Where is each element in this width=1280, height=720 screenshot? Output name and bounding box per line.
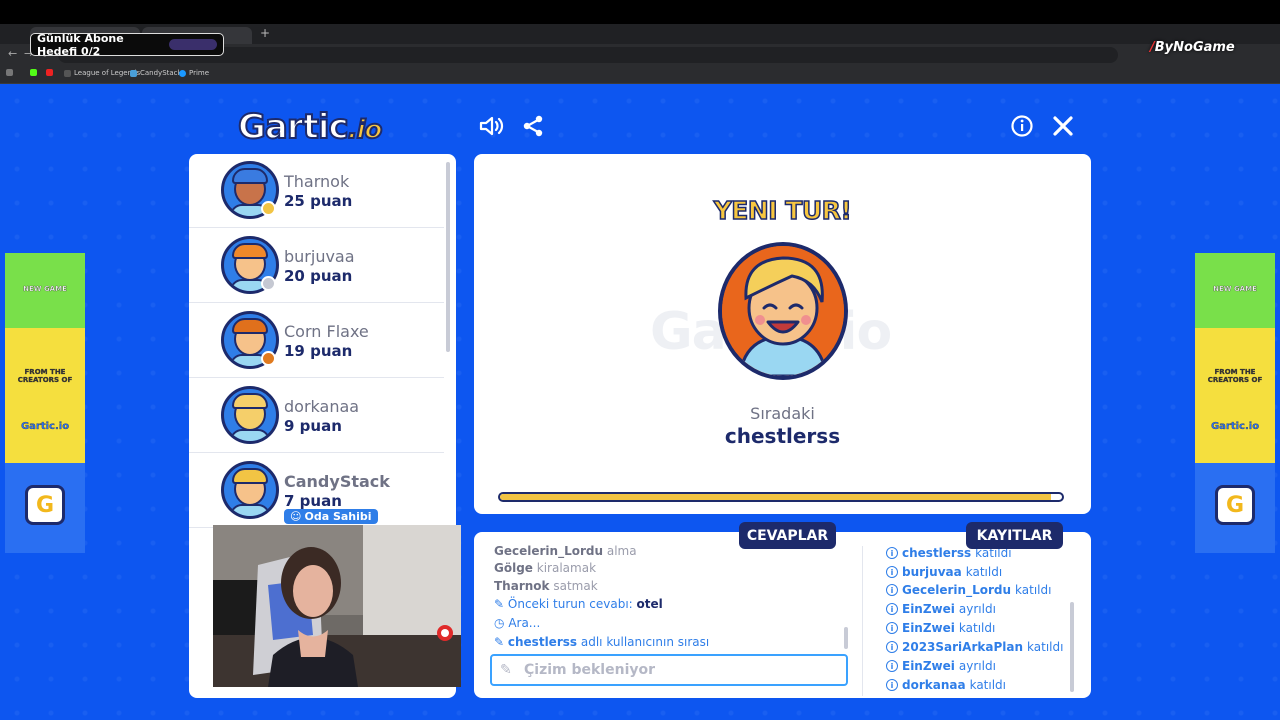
chat-panel: Gecelerin_Lordu alma Gölge kiralamak Tha… (474, 532, 1091, 698)
streamer-webcam (213, 525, 461, 687)
info-icon: i (886, 660, 898, 672)
player-name: dorkanaa (284, 397, 360, 416)
next-player-name: chestlerss (724, 424, 841, 448)
players-scrollbar[interactable] (446, 162, 450, 352)
answer-line: Gecelerin_Lordu alma (494, 544, 637, 558)
side-ad-left[interactable]: NEW GAME FROM THE CREATORS OF Gartic.io … (5, 253, 85, 553)
player-score: 7 puan (284, 492, 342, 510)
back-icon[interactable]: ← (8, 47, 17, 60)
log-line: i EinZwei katıldı (886, 621, 995, 635)
prev-answer-line: ✎ Önceki turun cevabı: otel (494, 597, 663, 611)
side-ad-text: FROM THE CREATORS OF (17, 368, 73, 384)
round-progress-bar (498, 492, 1064, 502)
log-line: i EinZwei ayrıldı (886, 659, 996, 673)
info-icon: i (886, 566, 898, 578)
log-line: i dorkanaa katıldı (886, 678, 1006, 692)
bookmark-league[interactable]: League of Legends (64, 69, 140, 77)
turn-line: ✎ chestlerss adlı kullanıcının sırası (494, 635, 710, 649)
info-icon: i (886, 622, 898, 634)
apps-icon[interactable] (6, 69, 13, 76)
bynogame-logo: /ByNoGame (1150, 40, 1235, 55)
bookmark-candystack[interactable]: CandyStack (130, 69, 182, 77)
side-ad-text: FROM THE CREATORS OF (1207, 368, 1263, 384)
black-bar (0, 0, 1280, 24)
info-icon[interactable] (1008, 112, 1036, 140)
answer-input[interactable]: ✎ Çizim bekleniyor (490, 654, 848, 686)
sound-icon[interactable] (478, 112, 506, 140)
pencil-icon: ✎ (494, 597, 505, 611)
log-line: i 2023SariArkaPlan katıldı (886, 640, 1063, 654)
player-avatar (221, 461, 279, 519)
side-ad-logo: Gartic.io (20, 421, 70, 432)
share-icon[interactable] (519, 112, 547, 140)
player-row[interactable]: dorkanaa 9 puan (189, 379, 444, 453)
log-line: i Gecelerin_Lordu katıldı (886, 583, 1051, 597)
log-line: i burjuvaa katıldı (886, 565, 1002, 579)
player-name: Tharnok (284, 172, 350, 191)
answer-line: Gölge kiralamak (494, 561, 597, 575)
break-line: ◷ Ara... (494, 616, 541, 630)
close-icon[interactable] (1049, 112, 1077, 140)
side-ad-text: NEW GAME (1213, 285, 1257, 293)
rank-badge-silver (261, 276, 276, 291)
rank-badge-gold (261, 201, 276, 216)
gartic-logo: Gartic.io (237, 106, 383, 148)
tab-answers[interactable]: CEVAPLAR (739, 522, 836, 549)
player-row[interactable]: CandyStack 7 puan ☺ Oda Sahibi (189, 454, 444, 528)
next-label: Sıradaki (750, 404, 815, 423)
answer-line: Tharnok satmak (494, 579, 598, 593)
log-line: i EinZwei ayrıldı (886, 602, 996, 616)
info-icon: i (886, 603, 898, 615)
pencil-icon: ✎ (500, 662, 512, 678)
panel-divider (862, 546, 863, 696)
info-icon: i (886, 547, 898, 559)
player-row[interactable]: burjuvaa 20 puan (189, 229, 444, 303)
player-avatar (221, 386, 279, 444)
side-ad-right[interactable]: NEW GAME FROM THE CREATORS OF Gartic.io … (1195, 253, 1275, 553)
player-name: burjuvaa (284, 247, 355, 266)
info-icon: i (886, 584, 898, 596)
gartic-g-icon: G (1215, 485, 1255, 525)
player-score: 20 puan (284, 267, 353, 285)
bookmark-icon[interactable] (30, 69, 37, 76)
tab-logs[interactable]: KAYITLAR (966, 522, 1063, 549)
new-round-title: YENI TUR! (713, 195, 853, 226)
drawing-board[interactable]: Gartic.io YENI TUR! Sıradaki chestlerss (474, 154, 1091, 514)
player-name: CandyStack (284, 472, 390, 491)
player-row[interactable]: Corn Flaxe 19 puan (189, 304, 444, 378)
next-player-avatar (718, 242, 848, 380)
subscriber-goal-overlay: Günlük Abone Hedefi 0/2 (30, 31, 224, 58)
player-row[interactable]: Tharnok 25 puan (189, 154, 444, 228)
side-ad-logo: Gartic.io (1210, 421, 1260, 432)
youtube-icon[interactable] (46, 69, 53, 76)
room-owner-badge: ☺ Oda Sahibi (284, 509, 378, 524)
pencil-icon: ✎ (494, 635, 505, 649)
subscriber-goal-label: Günlük Abone Hedefi 0/2 (37, 31, 124, 58)
player-score: 9 puan (284, 417, 342, 435)
answers-scrollbar[interactable] (844, 627, 848, 649)
clock-icon: ◷ (494, 616, 505, 630)
gartic-g-icon: G (25, 485, 65, 525)
info-icon: i (886, 641, 898, 653)
info-icon: i (886, 679, 898, 691)
owner-icon: ☺ (290, 510, 302, 523)
subscriber-goal-bar (169, 39, 217, 50)
side-ad-text: NEW GAME (23, 285, 67, 293)
player-score: 25 puan (284, 192, 353, 210)
new-tab-icon[interactable]: + (260, 26, 270, 40)
player-name: Corn Flaxe (284, 322, 369, 341)
logs-scrollbar[interactable] (1070, 602, 1074, 692)
player-score: 19 puan (284, 342, 353, 360)
rank-badge-bronze (261, 351, 276, 366)
bookmarks-bar: League of Legends CandyStack Prime (0, 66, 1280, 84)
round-progress-fill (500, 494, 1051, 500)
bookmark-prime[interactable]: Prime (179, 69, 209, 77)
